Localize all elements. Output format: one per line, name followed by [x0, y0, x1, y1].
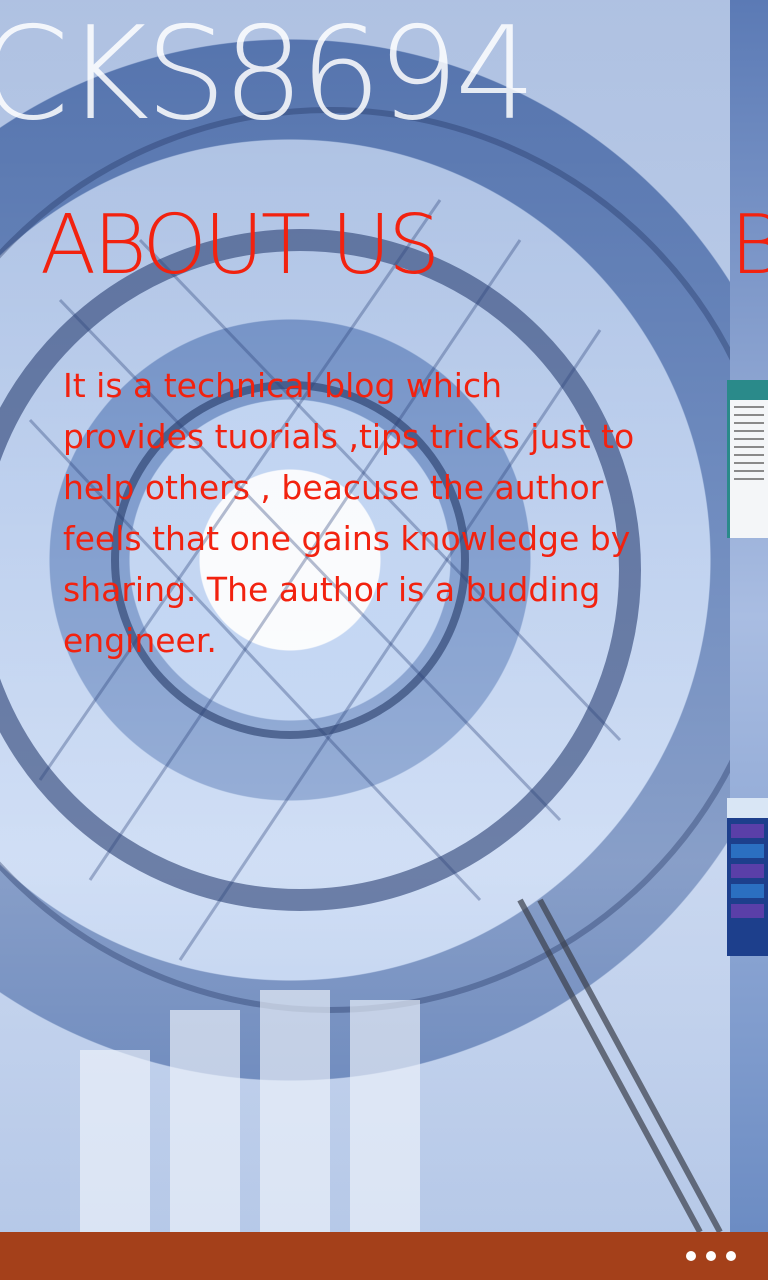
- app-bar: [0, 1232, 768, 1280]
- thumbnail-line: [734, 462, 764, 464]
- thumbnail-block: [731, 864, 764, 878]
- ellipsis-dot: [706, 1251, 716, 1261]
- thumbnail-line: [734, 470, 764, 472]
- ellipsis-dot: [686, 1251, 696, 1261]
- thumbnail-line: [734, 414, 764, 416]
- section-header-next[interactable]: B: [730, 196, 768, 296]
- thumbnail-block: [731, 844, 764, 858]
- thumbnail-block: [731, 884, 764, 898]
- next-section-thumbnail[interactable]: [727, 798, 768, 956]
- thumbnail-line: [734, 454, 764, 456]
- about-description: It is a technical blog which provides tu…: [63, 366, 635, 660]
- thumbnail-line: [734, 438, 764, 440]
- thumbnail-block: [731, 904, 764, 918]
- ellipsis-dot: [726, 1251, 736, 1261]
- panorama[interactable]: CKS8694 ABOUT US It is a technical blog …: [0, 0, 768, 1232]
- next-section-thumbnail[interactable]: [727, 380, 768, 538]
- ellipsis-icon[interactable]: [686, 1244, 736, 1268]
- panorama-title: CKS8694: [0, 0, 536, 149]
- thumbnail-line: [734, 478, 764, 480]
- next-section-peek[interactable]: [730, 0, 768, 1232]
- section-header-about-us[interactable]: ABOUT US: [40, 196, 440, 296]
- thumbnail-line: [734, 406, 764, 408]
- thumbnail-line: [734, 446, 764, 448]
- thumbnail-line: [734, 430, 764, 432]
- thumbnail-line: [734, 422, 764, 424]
- thumbnail-block: [731, 824, 764, 838]
